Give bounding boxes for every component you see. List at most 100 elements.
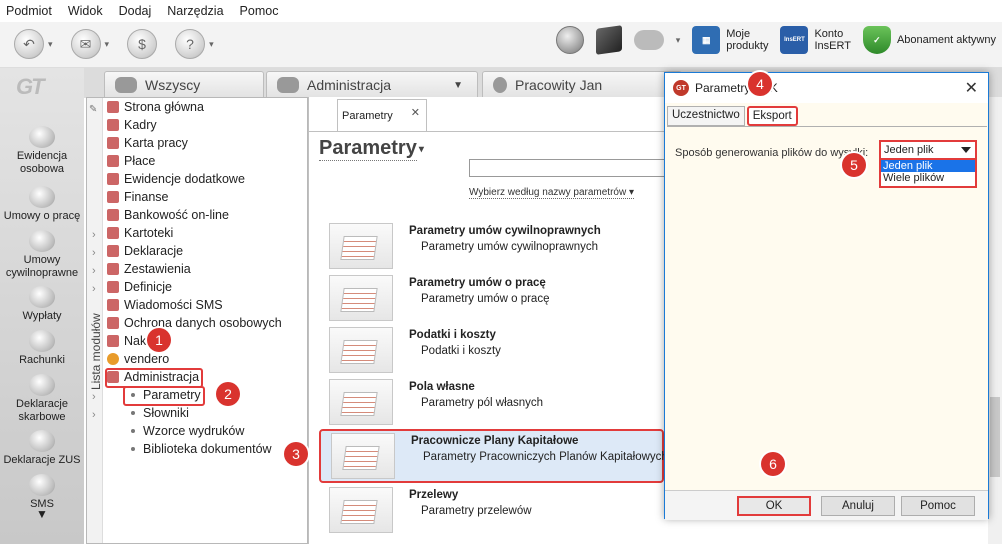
chevron-right-icon[interactable]: › [92,391,96,403]
parameter-icon [331,433,395,479]
chevron-down-icon[interactable]: ⌄ [92,373,101,386]
help-button[interactable]: Pomoc [901,496,975,516]
nav-deklaracje-skarbowe[interactable]: Deklaracje skarbowe [0,374,84,424]
list-item[interactable]: Parametry umów o pracę Parametry umów o p… [319,273,664,323]
chevron-right-icon[interactable]: › [92,409,96,421]
receipt-icon [29,330,55,352]
coins-icon[interactable]: $ [127,29,158,59]
option-jeden-plik[interactable]: Jeden plik [881,160,975,172]
back-icon[interactable]: ↶ [14,29,44,59]
people-icon [115,77,137,93]
menu-dodaj[interactable]: Dodaj [119,4,152,18]
pin-icon[interactable]: ✎ [89,104,97,115]
module-wiadomosci-sms[interactable]: Wiadomości SMS [107,298,223,312]
nav-ewidencja-osobowa[interactable]: Ewidencja osobowa [0,126,84,176]
close-icon[interactable]: ✕ [965,78,978,98]
list-item-selected[interactable]: Pracownicze Plany Kapitałowe Parametry Pr… [319,429,668,483]
menu-pomoc[interactable]: Pomoc [240,4,279,18]
module-place[interactable]: Płace [107,154,155,168]
tab-parametry[interactable]: Parametry ✕ [337,99,427,131]
module-vendero[interactable]: vendero [107,352,169,366]
moje-produkty-button[interactable]: ▦ Moje produkty [692,26,768,54]
tab-wszyscy[interactable]: Wszyscy [104,71,264,98]
globe-icon[interactable] [555,26,584,54]
chevron-right-icon[interactable]: › [92,283,96,295]
menu-widok[interactable]: Widok [68,4,103,18]
list-item[interactable]: Podatki i koszty Podatki i koszty [319,325,664,375]
nav-umowy-o-prace[interactable]: Umowy o pracę [0,186,84,223]
parameter-icon [329,379,393,425]
generation-mode-select[interactable]: Jeden plik [879,140,977,160]
list-item[interactable]: Przelewy Parametry przelewów [319,485,664,535]
module-definicje[interactable]: Definicje [107,280,172,294]
module-strona-glowna[interactable]: Strona główna [107,100,204,114]
close-icon[interactable]: ✕ [411,106,420,119]
tab-eksport[interactable]: Eksport [746,106,798,126]
chevron-down-icon[interactable]: ▾ [209,39,214,50]
scroll-down-icon[interactable]: ▼ [0,508,84,521]
row-title: Pracownicze Plany Kapitałowe [411,435,579,447]
bullet-icon [131,411,135,415]
abonament-button[interactable]: ✓ Abonament aktywny [862,26,996,54]
definition-icon [107,281,119,293]
row-subtitle: Parametry pól własnych [421,397,544,409]
module-finanse[interactable]: Finanse [107,190,168,204]
person-icon [493,77,507,93]
mail-icon[interactable]: ✉ [70,29,101,59]
cancel-button[interactable]: Anuluj [821,496,895,516]
konto-insert-button[interactable]: InsERT Konto InsERT [780,26,851,54]
step-marker-6: 6 [761,452,785,476]
scrollbar[interactable] [988,97,1002,544]
menu-podmiot[interactable]: Podmiot [6,4,52,18]
contract-icon [29,230,55,252]
highlight-parametry [123,386,205,406]
module-ewidencje-dodatkowe[interactable]: Ewidencje dodatkowe [107,172,245,186]
module-deklaracje[interactable]: Deklaracje [107,244,183,258]
chevron-down-icon[interactable] [961,147,971,153]
chevron-right-icon[interactable]: › [92,265,96,277]
chevron-down-icon: ▾ [418,143,424,155]
help-icon[interactable]: ? [175,29,206,59]
nav-umowy-cywilnoprawne[interactable]: Umowy cywilnoprawne [0,230,84,280]
list-item[interactable]: Pola własne Parametry pól własnych [319,377,664,427]
cloud-icon[interactable] [633,30,664,50]
nav-wyplaty[interactable]: Wypłaty [0,286,84,323]
module-wzorce-wydrukow[interactable]: Wzorce wydruków [131,424,244,438]
chevron-right-icon[interactable]: › [92,229,96,241]
tab-pracowity-jan[interactable]: Pracowity Jan [482,71,682,98]
vendero-icon [107,353,119,365]
module-zestawienia[interactable]: Zestawienia [107,262,191,276]
module-kadry[interactable]: Kadry [107,118,157,132]
tab-uczestnictwo[interactable]: Uczestnictwo [667,106,745,126]
page-title[interactable]: Parametry ▾ [319,137,424,161]
module-ochrona-danych[interactable]: Ochrona danych osobowych [107,316,282,330]
module-karta-pracy[interactable]: Karta pracy [107,136,188,150]
menu-narzedzia[interactable]: Narzędzia [167,4,223,18]
module-kartoteki[interactable]: Kartoteki [107,226,173,240]
chevron-down-icon[interactable]: ▾ [48,39,53,50]
nav-sms[interactable]: SMS [0,474,84,511]
user-icon: InsERT [780,26,809,54]
module-slowniki[interactable]: Słowniki [131,406,189,420]
row-subtitle: Parametry przelewów [421,505,532,517]
list-item[interactable]: Parametry umów cywilnoprawnych Parametry … [319,221,664,271]
chevron-down-icon[interactable]: ▾ [105,39,110,50]
filter-link[interactable]: Wybierz według nazwy parametrów ▾ [469,187,635,199]
label-icon [107,335,119,347]
module-bankowosc[interactable]: Bankowość on-line [107,208,229,222]
module-biblioteka-dokumentow[interactable]: Biblioteka dokumentów [131,442,272,456]
option-wiele-plikow[interactable]: Wiele plików [881,172,975,184]
generation-mode-options: Jeden plik Wiele plików [879,160,977,188]
tab-administracja[interactable]: Administracja ▼ [266,71,478,98]
cube-icon[interactable] [595,25,622,55]
chevron-down-icon[interactable]: ▼ [453,80,463,91]
chevron-down-icon[interactable]: ▾ [676,35,681,46]
parametry-ppk-dialog: GT Parametry PPK ✕ Uczestnictwo Eksport … [664,72,989,520]
scrollbar-thumb[interactable] [990,397,1000,477]
nav-deklaracje-zus[interactable]: Deklaracje ZUS [0,430,84,467]
parameter-icon [329,487,393,533]
nav-rachunki[interactable]: Rachunki [0,330,84,367]
chevron-right-icon[interactable]: › [92,247,96,259]
search-input[interactable] [469,159,669,177]
ok-button[interactable]: OK [737,496,811,516]
